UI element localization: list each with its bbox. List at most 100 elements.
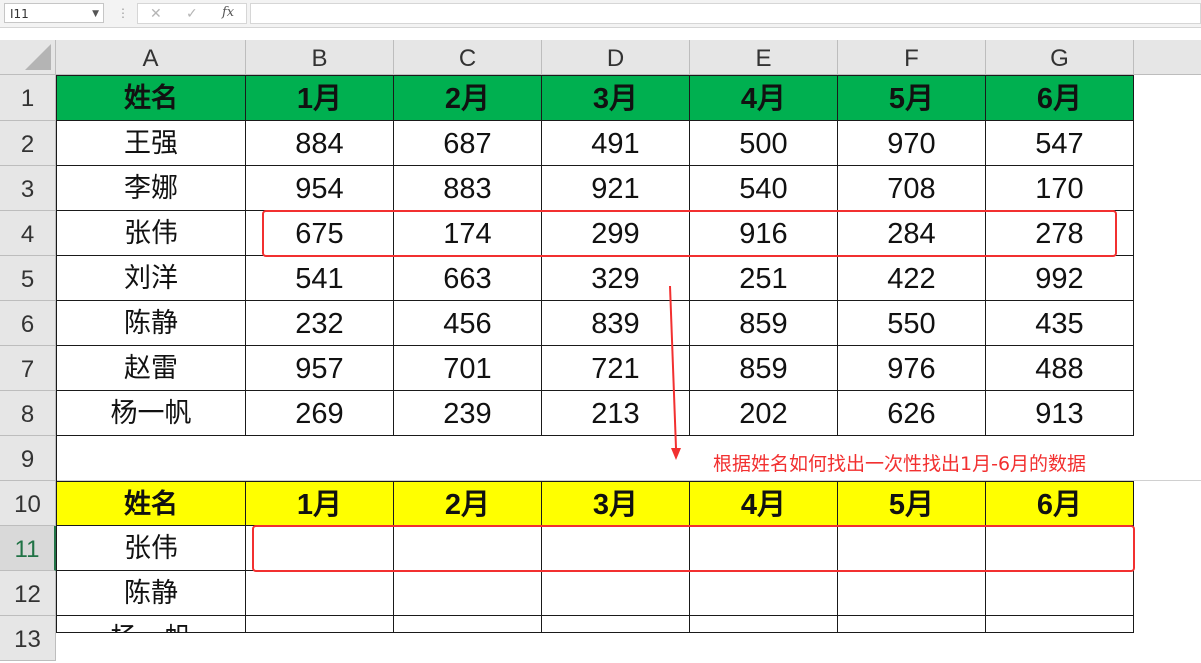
- t2-value-cell[interactable]: [246, 571, 394, 616]
- column-header-f[interactable]: F: [838, 40, 986, 75]
- t1-value-cell[interactable]: 663: [394, 256, 542, 301]
- row-header-8[interactable]: 8: [0, 391, 56, 436]
- t1-value-cell[interactable]: 884: [246, 121, 394, 166]
- column-header-d[interactable]: D: [542, 40, 690, 75]
- column-header-h[interactable]: [1134, 40, 1201, 75]
- row-header-5[interactable]: 5: [0, 256, 56, 301]
- row-header-10[interactable]: 10: [0, 481, 56, 526]
- column-header-a[interactable]: A: [56, 40, 246, 75]
- t1-value-cell[interactable]: 456: [394, 301, 542, 346]
- t1-name-cell[interactable]: 赵雷: [57, 346, 246, 391]
- row-header-7[interactable]: 7: [0, 346, 56, 391]
- empty-cell[interactable]: [1134, 436, 1201, 481]
- t1-value-cell[interactable]: 859: [690, 346, 838, 391]
- t1-value-cell[interactable]: 626: [838, 391, 986, 436]
- t1-value-cell[interactable]: 202: [690, 391, 838, 436]
- t1-value-cell[interactable]: 921: [542, 166, 690, 211]
- name-box[interactable]: I11 ▼: [4, 3, 104, 23]
- table-top-border: [56, 75, 1134, 76]
- t1-value-cell[interactable]: 540: [690, 166, 838, 211]
- t1-value-cell[interactable]: 232: [246, 301, 394, 346]
- t2-header-month[interactable]: 3月: [542, 481, 690, 526]
- t2-value-cell[interactable]: [690, 616, 838, 633]
- t1-value-cell[interactable]: 547: [986, 121, 1134, 166]
- t2-value-cell[interactable]: [394, 616, 542, 633]
- chevron-down-icon[interactable]: ▼: [92, 4, 99, 24]
- t1-header-name[interactable]: 姓名: [57, 76, 246, 121]
- t1-header-month[interactable]: 1月: [246, 76, 394, 121]
- t1-name-cell[interactable]: 刘洋: [57, 256, 246, 301]
- t1-value-cell[interactable]: 701: [394, 346, 542, 391]
- t2-value-cell[interactable]: [986, 571, 1134, 616]
- t2-value-cell[interactable]: [542, 571, 690, 616]
- row-header-11[interactable]: 11: [0, 526, 56, 571]
- highlight-box-target: [252, 525, 1135, 572]
- column-header-c[interactable]: C: [394, 40, 542, 75]
- t1-value-cell[interactable]: 500: [690, 121, 838, 166]
- t1-value-cell[interactable]: 269: [246, 391, 394, 436]
- t2-value-cell[interactable]: [690, 571, 838, 616]
- t1-value-cell[interactable]: 687: [394, 121, 542, 166]
- t1-value-cell[interactable]: 170: [986, 166, 1134, 211]
- t2-value-cell[interactable]: [542, 616, 690, 633]
- t2-value-cell[interactable]: [246, 616, 394, 633]
- t1-header-month[interactable]: 4月: [690, 76, 838, 121]
- t1-value-cell[interactable]: 970: [838, 121, 986, 166]
- column-header-g[interactable]: G: [986, 40, 1134, 75]
- t1-header-month[interactable]: 6月: [986, 76, 1134, 121]
- t2-header-month[interactable]: 4月: [690, 481, 838, 526]
- insert-function-icon[interactable]: fx: [222, 5, 234, 20]
- t1-header-month[interactable]: 3月: [542, 76, 690, 121]
- t1-value-cell[interactable]: 491: [542, 121, 690, 166]
- t1-value-cell[interactable]: 541: [246, 256, 394, 301]
- cancel-icon[interactable]: ✕: [150, 6, 162, 22]
- row-header-12[interactable]: 12: [0, 571, 56, 616]
- t1-value-cell[interactable]: 859: [690, 301, 838, 346]
- t2-name-cell[interactable]: 杨一帆: [57, 616, 246, 633]
- enter-icon[interactable]: ✓: [186, 6, 198, 22]
- t1-value-cell[interactable]: 435: [986, 301, 1134, 346]
- t1-value-cell[interactable]: 913: [986, 391, 1134, 436]
- formula-input[interactable]: [250, 3, 1201, 24]
- t2-header-month[interactable]: 5月: [838, 481, 986, 526]
- t2-header-month[interactable]: 1月: [246, 481, 394, 526]
- t2-value-cell[interactable]: [838, 571, 986, 616]
- t1-value-cell[interactable]: 954: [246, 166, 394, 211]
- t2-value-cell[interactable]: [986, 616, 1134, 633]
- row-header-13[interactable]: 13: [0, 616, 56, 661]
- row-header-6[interactable]: 6: [0, 301, 56, 346]
- t1-header-month[interactable]: 2月: [394, 76, 542, 121]
- t2-value-cell[interactable]: [394, 571, 542, 616]
- t1-name-cell[interactable]: 杨一帆: [57, 391, 246, 436]
- t1-value-cell[interactable]: 976: [838, 346, 986, 391]
- t1-value-cell[interactable]: 550: [838, 301, 986, 346]
- t1-value-cell[interactable]: 488: [986, 346, 1134, 391]
- t1-value-cell[interactable]: 239: [394, 391, 542, 436]
- column-header-e[interactable]: E: [690, 40, 838, 75]
- column-header-b[interactable]: B: [246, 40, 394, 75]
- t1-name-cell[interactable]: 张伟: [57, 211, 246, 256]
- t2-value-cell[interactable]: [838, 616, 986, 633]
- row-header-4[interactable]: 4: [0, 211, 56, 256]
- select-all-button[interactable]: [0, 40, 56, 75]
- t1-value-cell[interactable]: 251: [690, 256, 838, 301]
- t2-name-cell[interactable]: 张伟: [57, 526, 246, 571]
- t1-value-cell[interactable]: 422: [838, 256, 986, 301]
- t1-value-cell[interactable]: 883: [394, 166, 542, 211]
- t1-value-cell[interactable]: 957: [246, 346, 394, 391]
- t1-name-cell[interactable]: 李娜: [57, 166, 246, 211]
- t2-header-month[interactable]: 6月: [986, 481, 1134, 526]
- t1-name-cell[interactable]: 王强: [57, 121, 246, 166]
- t2-header-month[interactable]: 2月: [394, 481, 542, 526]
- t2-name-cell[interactable]: 陈静: [57, 571, 246, 616]
- row-header-2[interactable]: 2: [0, 121, 56, 166]
- t1-value-cell[interactable]: 992: [986, 256, 1134, 301]
- t1-header-month[interactable]: 5月: [838, 76, 986, 121]
- annotation-text: 根据姓名如何找出一次性找出1月-6月的数据: [713, 453, 1087, 475]
- row-header-1[interactable]: 1: [0, 75, 56, 121]
- row-header-9[interactable]: 9: [0, 436, 56, 481]
- t2-header-name[interactable]: 姓名: [57, 481, 246, 526]
- t1-value-cell[interactable]: 708: [838, 166, 986, 211]
- row-header-3[interactable]: 3: [0, 166, 56, 211]
- t1-name-cell[interactable]: 陈静: [57, 301, 246, 346]
